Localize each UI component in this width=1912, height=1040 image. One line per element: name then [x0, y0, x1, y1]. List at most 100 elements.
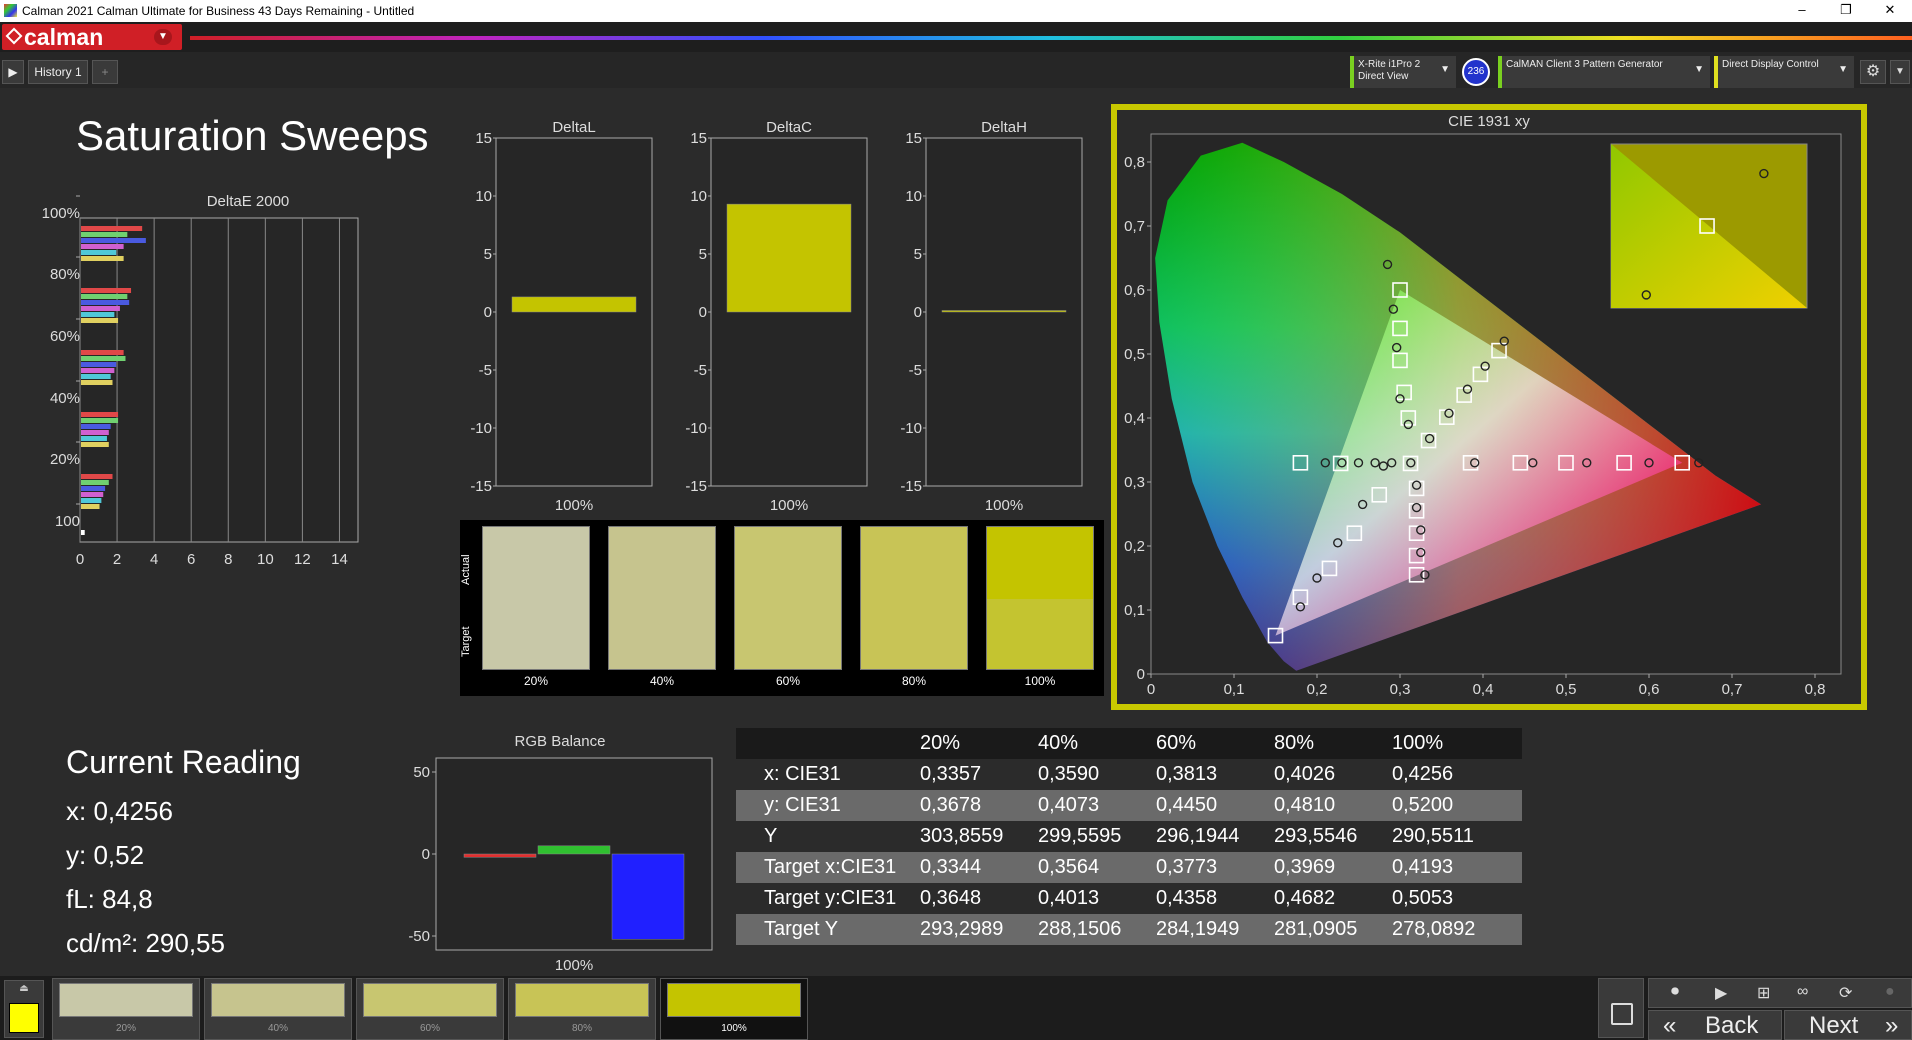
- cie-x-tick: 0,3: [1390, 681, 1411, 698]
- table-cell: 0,3969: [1274, 856, 1336, 878]
- swatch-actual: [609, 527, 715, 599]
- deltae-x-tick: 8: [224, 551, 232, 568]
- swatch-1: [482, 526, 590, 670]
- table-cell: 288,1506: [1038, 918, 1122, 940]
- table-row: Target x:CIE31 0,3344 0,3564 0,3773 0,3969 0,…: [736, 852, 1522, 883]
- calman-menu-button[interactable]: calman ▼: [2, 24, 182, 50]
- table-row: Target y:CIE31 0,3648 0,4013 0,4358 0,4682 0,…: [736, 883, 1522, 914]
- tab-history-1[interactable]: History 1: [28, 60, 88, 84]
- double-chevron-right-icon: »: [1885, 1012, 1899, 1039]
- patch-label: 100%: [721, 1023, 747, 1034]
- record-stop-icon[interactable]: ⏺: [1671, 983, 1679, 1001]
- restore-button[interactable]: ❐: [1824, 0, 1868, 22]
- delta-y-tick: -10: [470, 420, 492, 437]
- deltae-x-tick: 10: [257, 551, 274, 568]
- deltae-bar: [81, 486, 106, 491]
- stop-icon[interactable]: [1611, 1003, 1633, 1025]
- table-cell: 0,4810: [1274, 794, 1336, 816]
- patch-button[interactable]: 20%: [52, 978, 200, 1040]
- cie-x-tick: 0,1: [1224, 681, 1245, 698]
- patch-label: 60%: [419, 1023, 440, 1034]
- patch-button[interactable]: 40%: [204, 978, 352, 1040]
- add-tab-button[interactable]: +: [92, 60, 118, 84]
- deltae-bar: [81, 238, 146, 243]
- cie-x-tick: 0,5: [1556, 681, 1577, 698]
- delta-x-label: 100%: [770, 497, 808, 512]
- table-cell: 278,0892: [1392, 918, 1476, 940]
- patch-swatch: [211, 983, 345, 1017]
- cie-x-tick: 0,6: [1639, 681, 1660, 698]
- rgb-x-label: 100%: [555, 957, 593, 974]
- deltae-bar: [81, 256, 124, 261]
- delta-y-tick: 5: [914, 246, 922, 263]
- delta-y-tick: 5: [699, 246, 707, 263]
- table-cell: 0,3773: [1156, 856, 1218, 878]
- stop-button-panel[interactable]: [1598, 978, 1644, 1038]
- deltae-x-tick: 12: [294, 551, 311, 568]
- table-cell: 40%: [1038, 732, 1079, 754]
- gear-icon[interactable]: ⚙: [1860, 60, 1886, 84]
- meter-badge[interactable]: 236: [1462, 58, 1490, 86]
- table-row: Target Y 293,2989 288,1506 284,1949 281,0905…: [736, 914, 1522, 945]
- back-button[interactable]: « Back: [1648, 1010, 1782, 1040]
- row-label: Y: [764, 825, 778, 847]
- reading-cdm: cd/m²: 290,55: [66, 928, 225, 958]
- deltae-x-ticks: 0 2 4 6 8 10 12 14: [76, 551, 348, 568]
- table-cell: 0,3344: [920, 856, 982, 878]
- swatch-2: [608, 526, 716, 670]
- deltae-grid: [79, 217, 359, 543]
- chevron-down-icon[interactable]: ▼: [1890, 60, 1910, 84]
- patch-button[interactable]: 80%: [508, 978, 656, 1040]
- refresh-icon[interactable]: ⟳: [1839, 983, 1852, 1003]
- display-selector[interactable]: Direct Display Control ▼: [1714, 56, 1854, 88]
- minimize-button[interactable]: –: [1780, 0, 1824, 22]
- deltae-bar: [81, 430, 109, 435]
- rgb-title: RGB Balance: [515, 733, 606, 750]
- play-icon[interactable]: ▶: [1715, 983, 1727, 1003]
- patch-swatch: [363, 983, 497, 1017]
- deltae-bar: [81, 312, 115, 317]
- back-label: Back: [1705, 1012, 1759, 1039]
- reading-x: x: 0,4256: [66, 796, 173, 826]
- target-label: Target: [460, 626, 472, 658]
- table-cell: 60%: [1156, 732, 1197, 754]
- next-button[interactable]: Next »: [1784, 1010, 1912, 1040]
- delta-y-tick: -15: [900, 478, 922, 495]
- delta-y-tick: 10: [905, 188, 922, 205]
- chevron-down-icon[interactable]: ▼: [154, 29, 172, 45]
- table-cell: 303,8559: [920, 825, 1004, 847]
- close-button[interactable]: ✕: [1868, 0, 1912, 22]
- continuous-icon[interactable]: ∞: [1797, 983, 1808, 1001]
- meter-selector[interactable]: X-Rite i1Pro 2 Direct View ▼: [1350, 56, 1456, 88]
- deltae-bar: [81, 374, 111, 379]
- table-cell: 0,4073: [1038, 794, 1100, 816]
- settings-icon[interactable]: ●: [1885, 983, 1895, 1001]
- table-cell: 281,0905: [1274, 918, 1358, 940]
- deltae-bar: [81, 232, 128, 237]
- deltae-bar: [81, 300, 130, 305]
- read-series-icon[interactable]: ⊞: [1757, 983, 1770, 1003]
- deltae-x-tick: 14: [331, 551, 348, 568]
- patch-button[interactable]: 100%: [660, 978, 808, 1040]
- reading-fl: fL: 84,8: [66, 884, 153, 914]
- deltae-bar: [81, 474, 113, 479]
- cie-y-tick: 0,6: [1124, 282, 1145, 299]
- swatch-label: 80%: [901, 674, 927, 688]
- swatch-actual: [483, 527, 589, 599]
- eject-icon[interactable]: ⏏: [15, 983, 33, 997]
- chevron-down-icon: ▼: [1440, 64, 1450, 75]
- table-cell: 20%: [920, 732, 961, 754]
- patch-swatch: [667, 983, 801, 1017]
- rgb-y-tick: 0: [422, 846, 430, 863]
- delta-y-tick: -5: [909, 362, 922, 379]
- table-cell: 100%: [1392, 732, 1444, 754]
- data-table: 20% 40% 60% 80% 100% x: CIE31 0,3357 0,3590 0,38…: [736, 728, 1522, 945]
- patch-button[interactable]: 60%: [356, 978, 504, 1040]
- generator-selector[interactable]: CalMAN Client 3 Pattern Generator ▼: [1498, 56, 1710, 88]
- cie-y-tick: 0,5: [1124, 346, 1145, 363]
- table-cell: 290,5511: [1392, 825, 1474, 847]
- deltae-y-ticks: 100% 80% 60% 40% 20% 100: [42, 195, 80, 530]
- chevron-down-icon: ▼: [1838, 64, 1848, 75]
- play-icon[interactable]: ▶: [2, 60, 24, 84]
- current-reading-title: Current Reading: [66, 744, 301, 780]
